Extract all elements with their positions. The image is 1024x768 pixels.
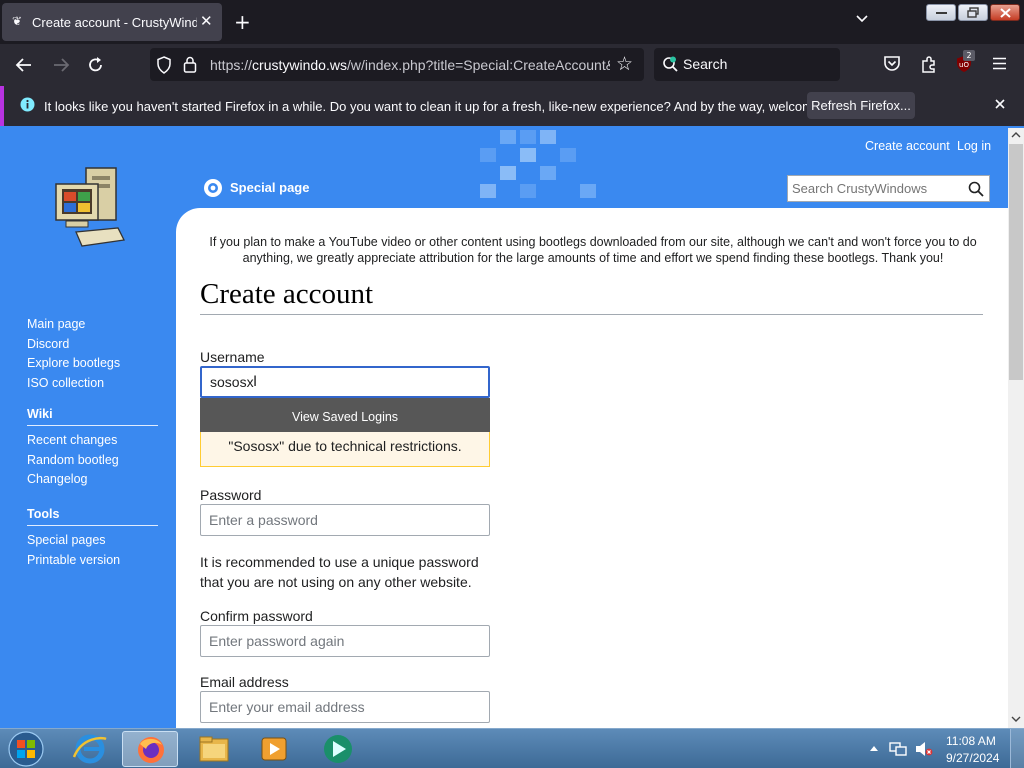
file-explorer-icon[interactable]	[186, 731, 242, 767]
sidebar-divider	[27, 525, 158, 526]
svg-text:uO: uO	[959, 61, 969, 69]
forward-icon[interactable]	[52, 57, 70, 73]
sidebar-item-random-bootleg[interactable]: Random bootleg	[27, 451, 119, 471]
sidebar-item-main-page[interactable]: Main page	[27, 315, 120, 335]
scroll-down-arrow-icon[interactable]	[1011, 715, 1021, 723]
email-input[interactable]	[200, 691, 490, 723]
confirm-password-label: Confirm password	[200, 608, 313, 624]
url-text: https://crustywindo.ws/w/index.php?title…	[210, 57, 610, 73]
list-all-tabs-icon[interactable]	[855, 12, 869, 26]
header-log-in-link[interactable]: Log in	[957, 139, 991, 153]
sidebar-navigation: Main page Discord Explore bootlegs ISO c…	[27, 315, 120, 393]
username-input[interactable]	[200, 366, 490, 398]
search-bar[interactable]: Search	[654, 48, 840, 81]
tab-strip: ❦ Create account - CrustyWindows ✕ +	[0, 0, 1024, 44]
tab-title: Create account - CrustyWindows	[32, 15, 197, 30]
extension-badge: 2	[963, 50, 975, 61]
windows-taskbar: 11:08 AM 9/27/2024	[0, 728, 1024, 768]
site-favicon-icon: ❦	[12, 14, 23, 28]
minimize-icon	[936, 12, 947, 14]
wiki-search-input[interactable]	[792, 179, 962, 198]
special-page-tab[interactable]: Special page	[230, 180, 309, 195]
confirm-password-input[interactable]	[200, 625, 490, 657]
show-hidden-icons-icon[interactable]	[869, 744, 879, 752]
title-divider	[200, 314, 983, 315]
sidebar-item-printable-version[interactable]: Printable version	[27, 551, 120, 571]
page-title: Create account	[200, 278, 374, 310]
view-saved-logins-button[interactable]: View Saved Logins	[200, 398, 490, 432]
scrollbar-thumb[interactable]	[1009, 144, 1023, 380]
password-input[interactable]	[200, 504, 490, 536]
search-engine-icon	[663, 56, 678, 72]
restore-button[interactable]	[958, 4, 988, 21]
media-player-icon[interactable]	[246, 731, 302, 767]
sidebar-item-iso-collection[interactable]: ISO collection	[27, 374, 120, 394]
reload-icon[interactable]	[87, 56, 105, 74]
webpage: Main page Discord Explore bootlegs ISO c…	[0, 128, 1008, 728]
search-icon[interactable]	[968, 181, 984, 197]
restore-icon	[967, 7, 979, 18]
url-scheme: https://	[210, 57, 253, 73]
wiki-search-box[interactable]	[787, 175, 990, 202]
media-center-icon[interactable]	[310, 731, 366, 767]
attribution-notice: If you plan to make a YouTube video or o…	[209, 235, 977, 265]
sidebar-item-discord[interactable]: Discord	[27, 335, 120, 355]
start-button-icon[interactable]	[6, 730, 46, 768]
sidebar-heading-wiki: Wiki	[27, 407, 53, 421]
content-area: If you plan to make a YouTube video or o…	[176, 208, 1008, 728]
scroll-up-arrow-icon[interactable]	[1011, 131, 1021, 139]
gear-icon	[204, 179, 222, 197]
url-path: /w/index.php?title=Special:CreateAccount…	[346, 57, 610, 73]
password-label: Password	[200, 487, 262, 503]
ublock-extension-button[interactable]: uO 2	[955, 50, 975, 73]
username-label: Username	[200, 349, 265, 365]
sidebar-heading-tools: Tools	[27, 507, 60, 521]
new-tab-button[interactable]: +	[234, 10, 251, 34]
password-hint: It is recommended to use a unique passwo…	[200, 554, 479, 590]
pocket-icon[interactable]	[883, 55, 901, 72]
close-notification-icon[interactable]	[995, 99, 1005, 109]
sidebar-divider	[27, 425, 158, 426]
minimize-button[interactable]	[926, 4, 956, 21]
info-icon	[20, 97, 35, 112]
url-bar[interactable]: https://crustywindo.ws/w/index.php?title…	[150, 48, 644, 81]
bookmark-star-icon[interactable]: ☆	[616, 53, 633, 75]
lock-icon[interactable]	[183, 56, 197, 73]
sidebar-item-recent-changes[interactable]: Recent changes	[27, 431, 119, 451]
network-icon[interactable]	[889, 741, 907, 757]
sidebar-item-explore-bootlegs[interactable]: Explore bootlegs	[27, 354, 120, 374]
close-window-button[interactable]	[990, 4, 1020, 21]
tracking-protection-shield-icon[interactable]	[156, 56, 172, 74]
email-label: Email address	[200, 674, 289, 690]
crustywindows-logo	[55, 167, 125, 247]
close-icon	[1000, 8, 1011, 18]
header-create-account-link[interactable]: Create account	[865, 139, 950, 153]
hamburger-menu-icon[interactable]	[992, 57, 1007, 70]
clock-time[interactable]: 11:08 AM	[946, 734, 996, 748]
sidebar-wiki-links: Recent changes Random bootleg Changelog	[27, 431, 119, 490]
refresh-firefox-button[interactable]: Refresh Firefox...	[807, 92, 915, 119]
notification-bar: It looks like you haven't started Firefo…	[0, 86, 1024, 126]
header-decoration	[480, 130, 596, 198]
tab-create-account[interactable]: ❦ Create account - CrustyWindows ✕	[2, 3, 222, 41]
sidebar-item-special-pages[interactable]: Special pages	[27, 531, 120, 551]
internet-explorer-icon[interactable]	[62, 731, 118, 767]
volume-muted-icon[interactable]	[915, 741, 933, 757]
text-cursor-icon: I	[253, 374, 258, 390]
show-desktop-button[interactable]	[1010, 729, 1024, 768]
url-host: crustywindo.ws	[252, 57, 347, 73]
sidebar-item-changelog[interactable]: Changelog	[27, 470, 119, 490]
back-icon[interactable]	[15, 57, 33, 73]
username-warning-text: "Sososx" due to technical restrictions.	[228, 438, 462, 454]
firefox-icon	[138, 737, 164, 763]
notification-message: It looks like you haven't started Firefo…	[44, 99, 855, 114]
firefox-taskbar-button[interactable]	[122, 731, 178, 767]
sidebar-tools-links: Special pages Printable version	[27, 531, 120, 570]
close-tab-icon[interactable]: ✕	[200, 12, 213, 30]
extensions-icon[interactable]	[920, 55, 938, 73]
search-bar-placeholder: Search	[683, 56, 728, 72]
clock-date[interactable]: 9/27/2024	[946, 751, 999, 765]
